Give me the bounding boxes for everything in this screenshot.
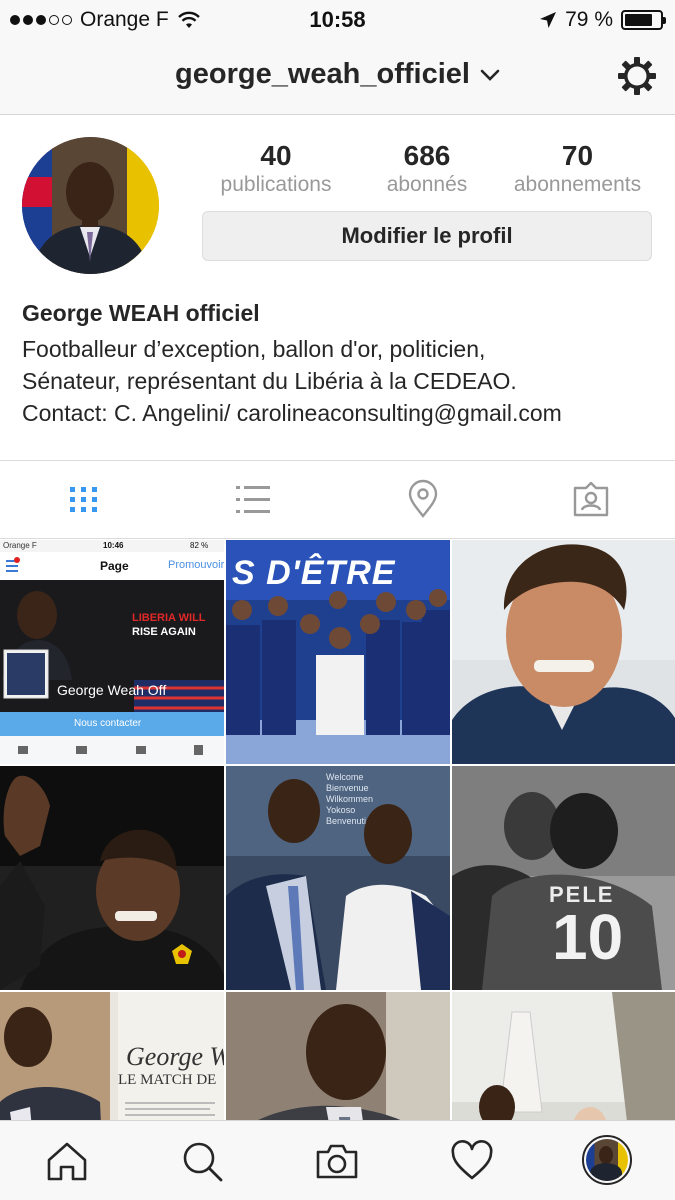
post1-banner-line1: LIBERIA WILL (132, 612, 206, 624)
post-thumbnail[interactable]: PELE 10 (452, 766, 675, 990)
post-image (0, 540, 224, 764)
status-right-group: 79 % (539, 8, 666, 32)
post-thumbnail[interactable] (226, 992, 450, 1120)
post-thumbnail[interactable] (0, 766, 224, 990)
chevron-down-icon (480, 69, 500, 81)
post7-headline: George W (126, 1042, 224, 1071)
profile-bio: George WEAH officiel Footballeur d’excep… (22, 300, 662, 429)
stat-value: 70 (561, 140, 594, 171)
bio-line[interactable]: Contact: C. Angelini/ carolineaconsultin… (22, 397, 662, 429)
post6-jersey-number: 10 (552, 901, 624, 973)
battery-percent: 79 % (565, 8, 613, 31)
profile-avatar-icon[interactable] (582, 1135, 632, 1185)
bottom-tab-bar (0, 1120, 675, 1200)
profile-avatar[interactable] (22, 137, 159, 274)
post1-carrier: Orange F (3, 541, 37, 550)
post-image (226, 992, 450, 1120)
post-thumbnail[interactable]: Orange F 10:46 82 % Page Promouvoir LIBE… (0, 540, 224, 764)
post-image (0, 766, 224, 990)
edit-profile-button[interactable]: Modifier le profil (202, 211, 652, 261)
stat-value: 686 (403, 140, 451, 171)
post1-banner-line2: RISE AGAIN (132, 626, 196, 638)
post5-welcome-words: Welcome Bienvenue Wilkommen Yokoso Benve… (326, 772, 446, 827)
posts-grid: Orange F 10:46 82 % Page Promouvoir LIBE… (0, 540, 675, 1120)
mini-avatar (586, 1139, 628, 1181)
search-icon[interactable] (180, 1139, 224, 1183)
stat-label: abonnements (513, 173, 642, 196)
post-thumbnail[interactable]: S D'ÊTRE (226, 540, 450, 764)
location-arrow-icon (540, 12, 557, 28)
stat-value: 40 (260, 140, 292, 171)
tagged-person-icon[interactable] (571, 479, 611, 519)
post1-battery: 82 % (190, 541, 209, 550)
account-switcher[interactable]: george_weah_officiel (0, 58, 675, 91)
heart-icon[interactable] (450, 1139, 494, 1183)
instagram-profile-screen: Orange F 10:58 79 % george_weah_officiel (0, 0, 675, 1200)
post7-subline: LE MATCH DE (118, 1072, 217, 1088)
battery-level (625, 14, 652, 26)
post-thumbnail[interactable]: George W LE MATCH DE (0, 992, 224, 1120)
gear-icon[interactable] (617, 56, 657, 96)
welcome-word: Wilkommen (326, 794, 374, 804)
welcome-word: Bienvenue (326, 783, 369, 793)
post1-promote: Promouvoir (168, 559, 224, 571)
stat-followers[interactable]: 686 abonnés (367, 140, 487, 197)
post1-contact: Nous contacter (74, 718, 142, 729)
post-image (452, 540, 675, 764)
grid-icon[interactable] (64, 479, 104, 519)
post-thumbnail[interactable] (452, 992, 675, 1120)
list-icon[interactable] (233, 479, 273, 519)
profile-display-name: George WEAH officiel (22, 300, 260, 326)
battery-icon (621, 10, 666, 30)
post-image (452, 992, 675, 1120)
welcome-word: Yokoso (326, 805, 356, 815)
username-title: george_weah_officiel (175, 58, 470, 90)
welcome-word: Benvenuti (326, 816, 367, 826)
stat-following[interactable]: 70 abonnements (500, 140, 655, 197)
welcome-word: Welcome (326, 772, 364, 782)
post-thumbnail[interactable]: Welcome Bienvenue Wilkommen Yokoso Benve… (226, 766, 450, 990)
camera-icon[interactable] (315, 1139, 359, 1183)
post1-time: 10:46 (103, 541, 124, 550)
stat-label: abonnés (386, 173, 468, 196)
status-bar: Orange F 10:58 79 % (0, 0, 675, 38)
post1-page-name: George Weah Off (57, 682, 167, 698)
location-pin-icon[interactable] (403, 479, 443, 519)
home-icon[interactable] (45, 1139, 89, 1183)
avatar-portrait (22, 137, 159, 274)
bio-line: Footballeur d’exception, ballon d'or, po… (22, 336, 486, 362)
post2-text: S D'ÊTRE (232, 554, 396, 592)
stat-publications[interactable]: 40 publications (205, 140, 347, 197)
bio-line: Sénateur, représentant du Libéria à la C… (22, 368, 517, 394)
profile-view-tabs (0, 460, 675, 539)
post1-page-title: Page (100, 559, 129, 573)
profile-header-bar: george_weah_officiel (0, 38, 675, 115)
post-thumbnail[interactable] (452, 540, 675, 764)
stat-label: publications (220, 173, 332, 196)
